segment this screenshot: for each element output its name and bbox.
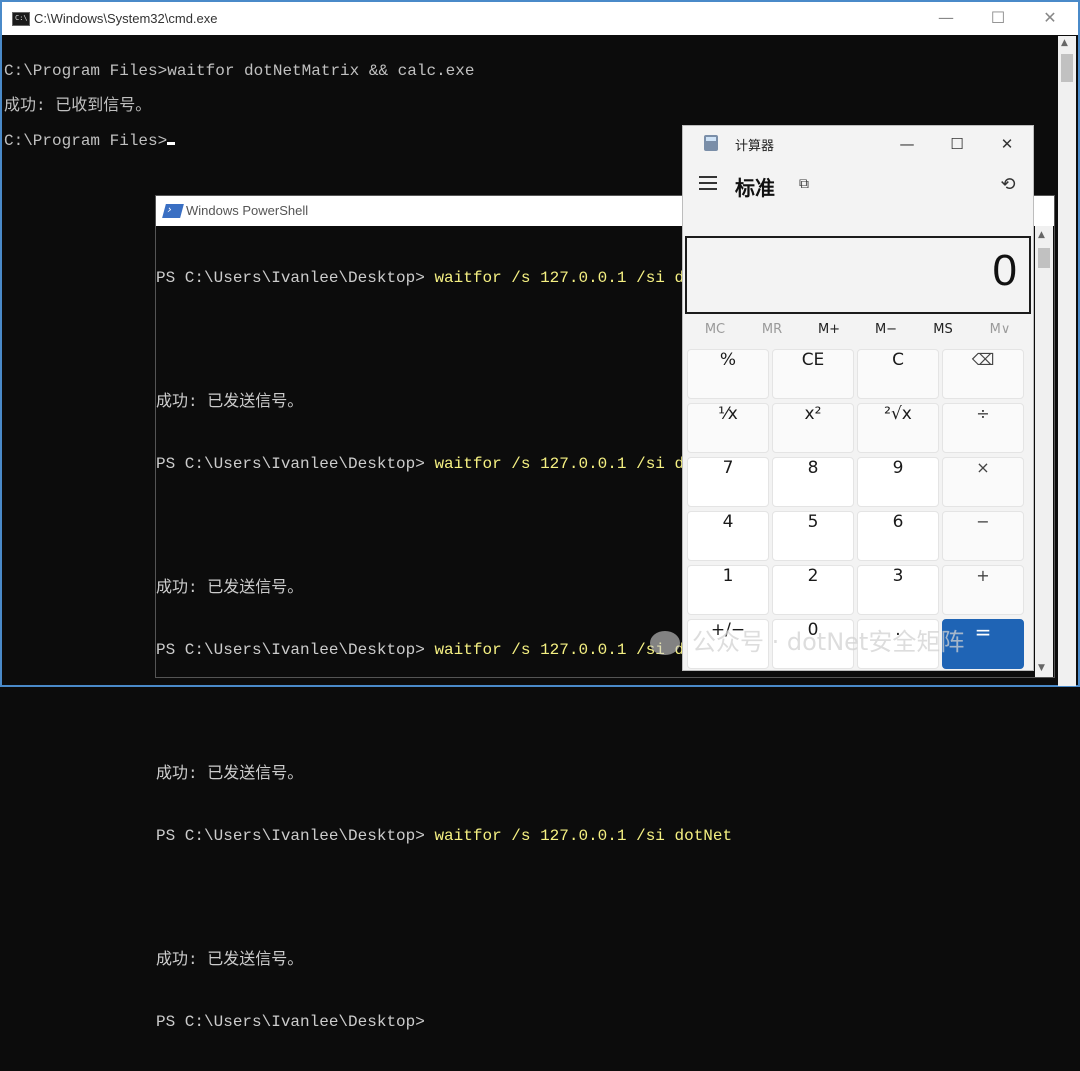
ps-success-line: 成功: 已发送信号。 [156,951,304,969]
memory-button-2[interactable]: M+ [801,322,857,337]
memory-button-5[interactable]: M∨ [972,322,1028,337]
add-button[interactable]: + [942,565,1024,615]
memory-button-1[interactable]: MR [744,322,800,337]
cmd-line: 成功: 已收到信号。 [4,97,152,115]
cmd-line: C:\Program Files>waitfor dotNetMatrix &&… [4,62,475,80]
cmd-titlebar[interactable]: C:\ C:\Windows\System32\cmd.exe — ☐ ✕ [2,2,1078,35]
digit-7-button[interactable]: 7 [687,457,769,507]
calc-minimize-button[interactable]: — [895,132,919,156]
cmd-icon: C:\ [12,12,30,26]
clear-button[interactable]: C [857,349,939,399]
calculator-mode-title: 标准 [735,176,775,200]
memory-button-3[interactable]: M− [858,322,914,337]
digit-6-button[interactable]: 6 [857,511,939,561]
digit-2-button[interactable]: 2 [772,565,854,615]
powershell-icon: › [162,203,184,218]
powershell-window-title: Windows PowerShell [186,203,309,218]
digit-9-button[interactable]: 9 [857,457,939,507]
digit-5-button[interactable]: 5 [772,511,854,561]
ps-prompt-line: PS C:\Users\Ivanlee\Desktop> [156,1013,435,1031]
history-icon[interactable]: ⟲ [997,174,1019,196]
cmd-maximize-button[interactable]: ☐ [988,8,1008,28]
subtract-button[interactable]: − [942,511,1024,561]
memory-button-0[interactable]: MC [687,322,743,337]
memory-row: MC MR M+ M− MS M∨ [683,322,1033,344]
calculator-display: 0 [685,236,1031,314]
square-button[interactable]: x² [772,403,854,453]
digit-8-button[interactable]: 8 [772,457,854,507]
calculator-window[interactable]: 计算器 — ☐ ✕ 标准 ⧉ ⟲ 0 MC MR M+ M− MS M∨ % CE C ⌫ ⅟x x… [682,125,1034,671]
cmd-close-button[interactable]: ✕ [1040,8,1060,28]
ps-command-line: PS C:\Users\Ivanlee\Desktop> waitfor /s … [156,827,733,845]
cmd-output[interactable]: C:\Program Files>waitfor dotNetMatrix &&… [4,54,474,159]
digit-3-button[interactable]: 3 [857,565,939,615]
divide-button[interactable]: ÷ [942,403,1024,453]
multiply-button[interactable]: × [942,457,1024,507]
cmd-window-title: C:\Windows\System32\cmd.exe [34,11,218,26]
memory-button-4[interactable]: MS [915,322,971,337]
square-root-button[interactable]: ²√x [857,403,939,453]
digit-4-button[interactable]: 4 [687,511,769,561]
ps-success-line: 成功: 已发送信号。 [156,765,304,783]
calculator-title: 计算器 [735,139,775,154]
scroll-up-icon[interactable]: ▲ [1061,38,1068,48]
calculator-header: 标准 ⧉ ⟲ [683,160,1033,210]
calculator-app-icon [704,135,718,151]
keep-on-top-icon[interactable]: ⧉ [799,176,815,192]
watermark: 公众号 · dotNet安全矩阵 [650,622,964,657]
powershell-scrollbar[interactable]: ▲ ▼ [1035,226,1053,677]
text-cursor [167,142,176,145]
cmd-scrollbar[interactable]: ▲ [1058,36,1076,686]
calculator-titlebar[interactable]: 计算器 — ☐ ✕ [683,126,1033,160]
hamburger-menu-icon[interactable] [699,176,717,190]
cmd-scroll-thumb[interactable] [1061,54,1073,82]
cmd-prompt-line: C:\Program Files> [4,124,474,159]
calc-maximize-button[interactable]: ☐ [945,132,969,156]
digit-1-button[interactable]: 1 [687,565,769,615]
scroll-down-icon[interactable]: ▼ [1038,663,1045,673]
calc-close-button[interactable]: ✕ [995,132,1019,156]
clear-entry-button[interactable]: CE [772,349,854,399]
cmd-prompt: C:\Program Files> [4,132,168,150]
scroll-up-icon[interactable]: ▲ [1038,230,1045,240]
cmd-minimize-button[interactable]: — [936,8,956,28]
backspace-button[interactable]: ⌫ [942,349,1024,399]
display-value: 0 [992,246,1017,295]
percent-button[interactable]: % [687,349,769,399]
powershell-scroll-thumb[interactable] [1038,248,1050,268]
reciprocal-button[interactable]: ⅟x [687,403,769,453]
wechat-logo-icon [650,631,680,655]
